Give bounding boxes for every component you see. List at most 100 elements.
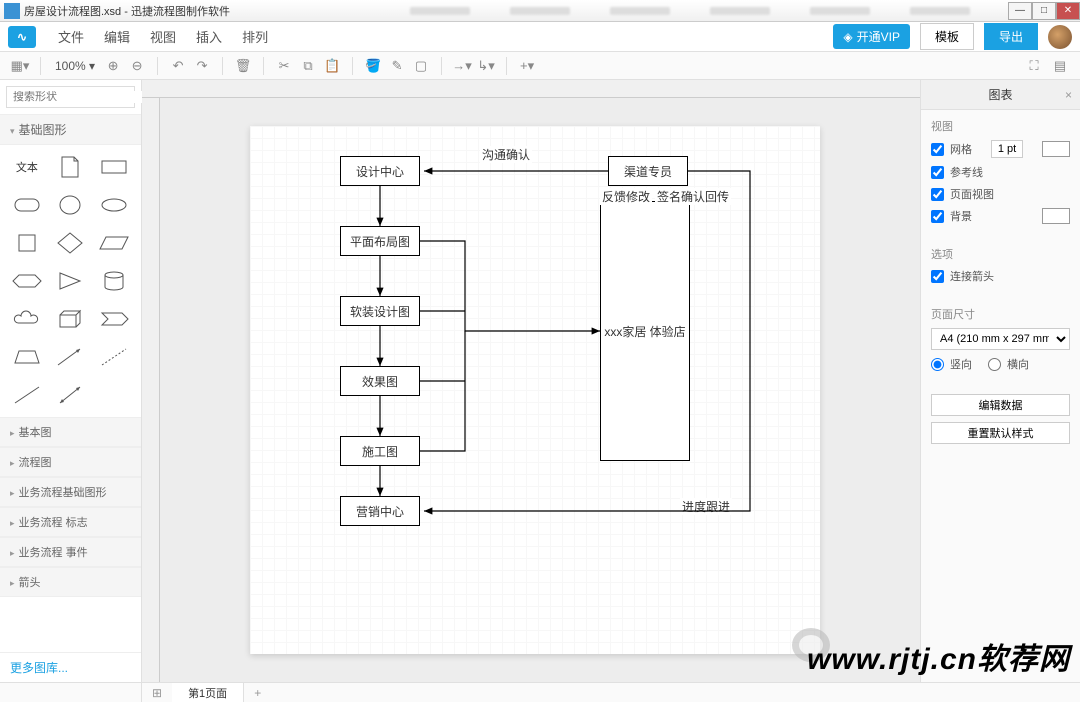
diamond-icon: ◈: [843, 30, 852, 44]
edge-label: 进度跟进: [680, 498, 732, 515]
shape-trapezoid[interactable]: [8, 343, 46, 371]
user-avatar[interactable]: [1048, 25, 1072, 49]
category-item[interactable]: 业务流程 标志: [0, 507, 141, 537]
menu-insert[interactable]: 插入: [186, 27, 232, 46]
shapes-panel: 🔍 基础图形 文本 基本图 流程图: [0, 80, 142, 682]
reset-style-button[interactable]: 重置默认样式: [931, 422, 1070, 444]
shape-line[interactable]: [8, 381, 46, 409]
pageview-checkbox[interactable]: [931, 188, 944, 201]
panel-toggle-icon[interactable]: ▤: [1050, 56, 1070, 76]
copy-icon[interactable]: ⧉: [298, 56, 318, 76]
zoom-level[interactable]: 100% ▾: [51, 59, 99, 73]
grid-color[interactable]: [1042, 141, 1070, 157]
category-item[interactable]: 业务流程 事件: [0, 537, 141, 567]
bg-tab: [610, 7, 670, 15]
grid-size-input[interactable]: [991, 140, 1023, 158]
edit-data-button[interactable]: 编辑数据: [931, 394, 1070, 416]
cut-icon[interactable]: ✂: [274, 56, 294, 76]
search-input[interactable]: [13, 91, 155, 103]
bg-checkbox[interactable]: [931, 210, 944, 223]
shadow-icon[interactable]: ▢: [411, 56, 431, 76]
export-button[interactable]: 导出: [984, 23, 1038, 50]
grid-checkbox[interactable]: [931, 143, 944, 156]
orient-portrait[interactable]: [931, 358, 944, 371]
category-basic-shapes[interactable]: 基础图形: [0, 114, 141, 145]
shape-oval[interactable]: [95, 191, 133, 219]
guide-label: 参考线: [950, 164, 983, 180]
shape-arrow-line[interactable]: [52, 343, 90, 371]
shape-ellipse[interactable]: [52, 191, 90, 219]
expand-icon[interactable]: ⛶: [1024, 56, 1044, 76]
close-button[interactable]: ✕: [1056, 2, 1080, 20]
line-color-icon[interactable]: ✎: [387, 56, 407, 76]
orient-landscape[interactable]: [988, 358, 1001, 371]
window-titlebar: 房屋设计流程图.xsd - 迅捷流程图制作软件 — □ ✕: [0, 0, 1080, 22]
properties-panel: 图表 × 视图 网格 参考线 页面视图 背景 选项 连接箭头 页面尺寸 A4 (…: [920, 80, 1080, 682]
category-item[interactable]: 流程图: [0, 447, 141, 477]
minimize-button[interactable]: —: [1008, 2, 1032, 20]
shape-roundrect[interactable]: [8, 191, 46, 219]
zoom-in-icon[interactable]: ⊕: [103, 56, 123, 76]
zoom-out-icon[interactable]: ⊖: [127, 56, 147, 76]
connector-checkbox[interactable]: [931, 270, 944, 283]
browser-tabs: [410, 7, 970, 15]
vip-button[interactable]: ◈开通VIP: [833, 24, 910, 49]
node-marketing[interactable]: 营销中心: [340, 496, 420, 526]
shape-cloud[interactable]: [8, 305, 46, 333]
maximize-button[interactable]: □: [1032, 2, 1056, 20]
shape-text[interactable]: 文本: [8, 153, 46, 181]
pagesize-select[interactable]: A4 (210 mm x 297 mm): [931, 328, 1070, 350]
guide-checkbox[interactable]: [931, 166, 944, 179]
shape-hexagon[interactable]: [8, 267, 46, 295]
paste-icon[interactable]: 📋: [322, 56, 342, 76]
node-construct[interactable]: 施工图: [340, 436, 420, 466]
add-page-icon[interactable]: +: [244, 686, 271, 700]
shape-grid: 文本: [0, 145, 141, 417]
node-plan[interactable]: 平面布局图: [340, 226, 420, 256]
node-render[interactable]: 效果图: [340, 366, 420, 396]
page-tab[interactable]: 第1页面: [172, 683, 244, 702]
panel-close-icon[interactable]: ×: [1065, 88, 1072, 102]
template-button[interactable]: 模板: [920, 23, 974, 50]
more-libraries[interactable]: 更多图库...: [0, 652, 141, 682]
shape-triangle[interactable]: [52, 267, 90, 295]
shape-diamond[interactable]: [52, 229, 90, 257]
status-bar: ⊞ 第1页面 +: [0, 682, 1080, 702]
menu-file[interactable]: 文件: [48, 27, 94, 46]
app-logo: ∿: [8, 26, 36, 48]
undo-icon[interactable]: ↶: [168, 56, 188, 76]
shape-cylinder[interactable]: [95, 267, 133, 295]
menu-edit[interactable]: 编辑: [94, 27, 140, 46]
page[interactable]: 设计中心 平面布局图 软装设计图 效果图 施工图 营销中心 渠道专员 xxx家居…: [250, 126, 820, 654]
node-channel[interactable]: 渠道专员: [608, 156, 688, 186]
menu-arrange[interactable]: 排列: [232, 27, 278, 46]
category-item[interactable]: 箭头: [0, 567, 141, 597]
shape-cube[interactable]: [52, 305, 90, 333]
shape-rect[interactable]: [95, 153, 133, 181]
shape-double-arrow[interactable]: [52, 381, 90, 409]
canvas[interactable]: 设计中心 平面布局图 软装设计图 效果图 施工图 营销中心 渠道专员 xxx家居…: [160, 98, 920, 682]
node-design-center[interactable]: 设计中心: [340, 156, 420, 186]
shape-page[interactable]: [52, 153, 90, 181]
category-item[interactable]: 业务流程基础图形: [0, 477, 141, 507]
page-layout-icon[interactable]: ▦▾: [10, 56, 30, 76]
redo-icon[interactable]: ↷: [192, 56, 212, 76]
shape-search[interactable]: 🔍: [6, 86, 135, 108]
node-soft[interactable]: 软装设计图: [340, 296, 420, 326]
fill-icon[interactable]: 🪣: [363, 56, 383, 76]
watermark: www.rjtj.cn软荐网: [807, 634, 1070, 678]
menu-view[interactable]: 视图: [140, 27, 186, 46]
prev-page-icon[interactable]: ⊞: [142, 686, 172, 700]
shape-step[interactable]: [95, 305, 133, 333]
shape-dashed-line[interactable]: [95, 343, 133, 371]
waypoint-icon[interactable]: ↳▾: [476, 56, 496, 76]
app-icon: [4, 3, 20, 19]
delete-icon[interactable]: 🗑: [233, 56, 253, 76]
category-item[interactable]: 基本图: [0, 417, 141, 447]
shape-parallelogram[interactable]: [95, 229, 133, 257]
add-icon[interactable]: +▾: [517, 56, 537, 76]
connector-icon[interactable]: →▾: [452, 56, 472, 76]
shape-square[interactable]: [8, 229, 46, 257]
bg-color[interactable]: [1042, 208, 1070, 224]
node-store[interactable]: xxx家居 体验店: [600, 201, 690, 461]
